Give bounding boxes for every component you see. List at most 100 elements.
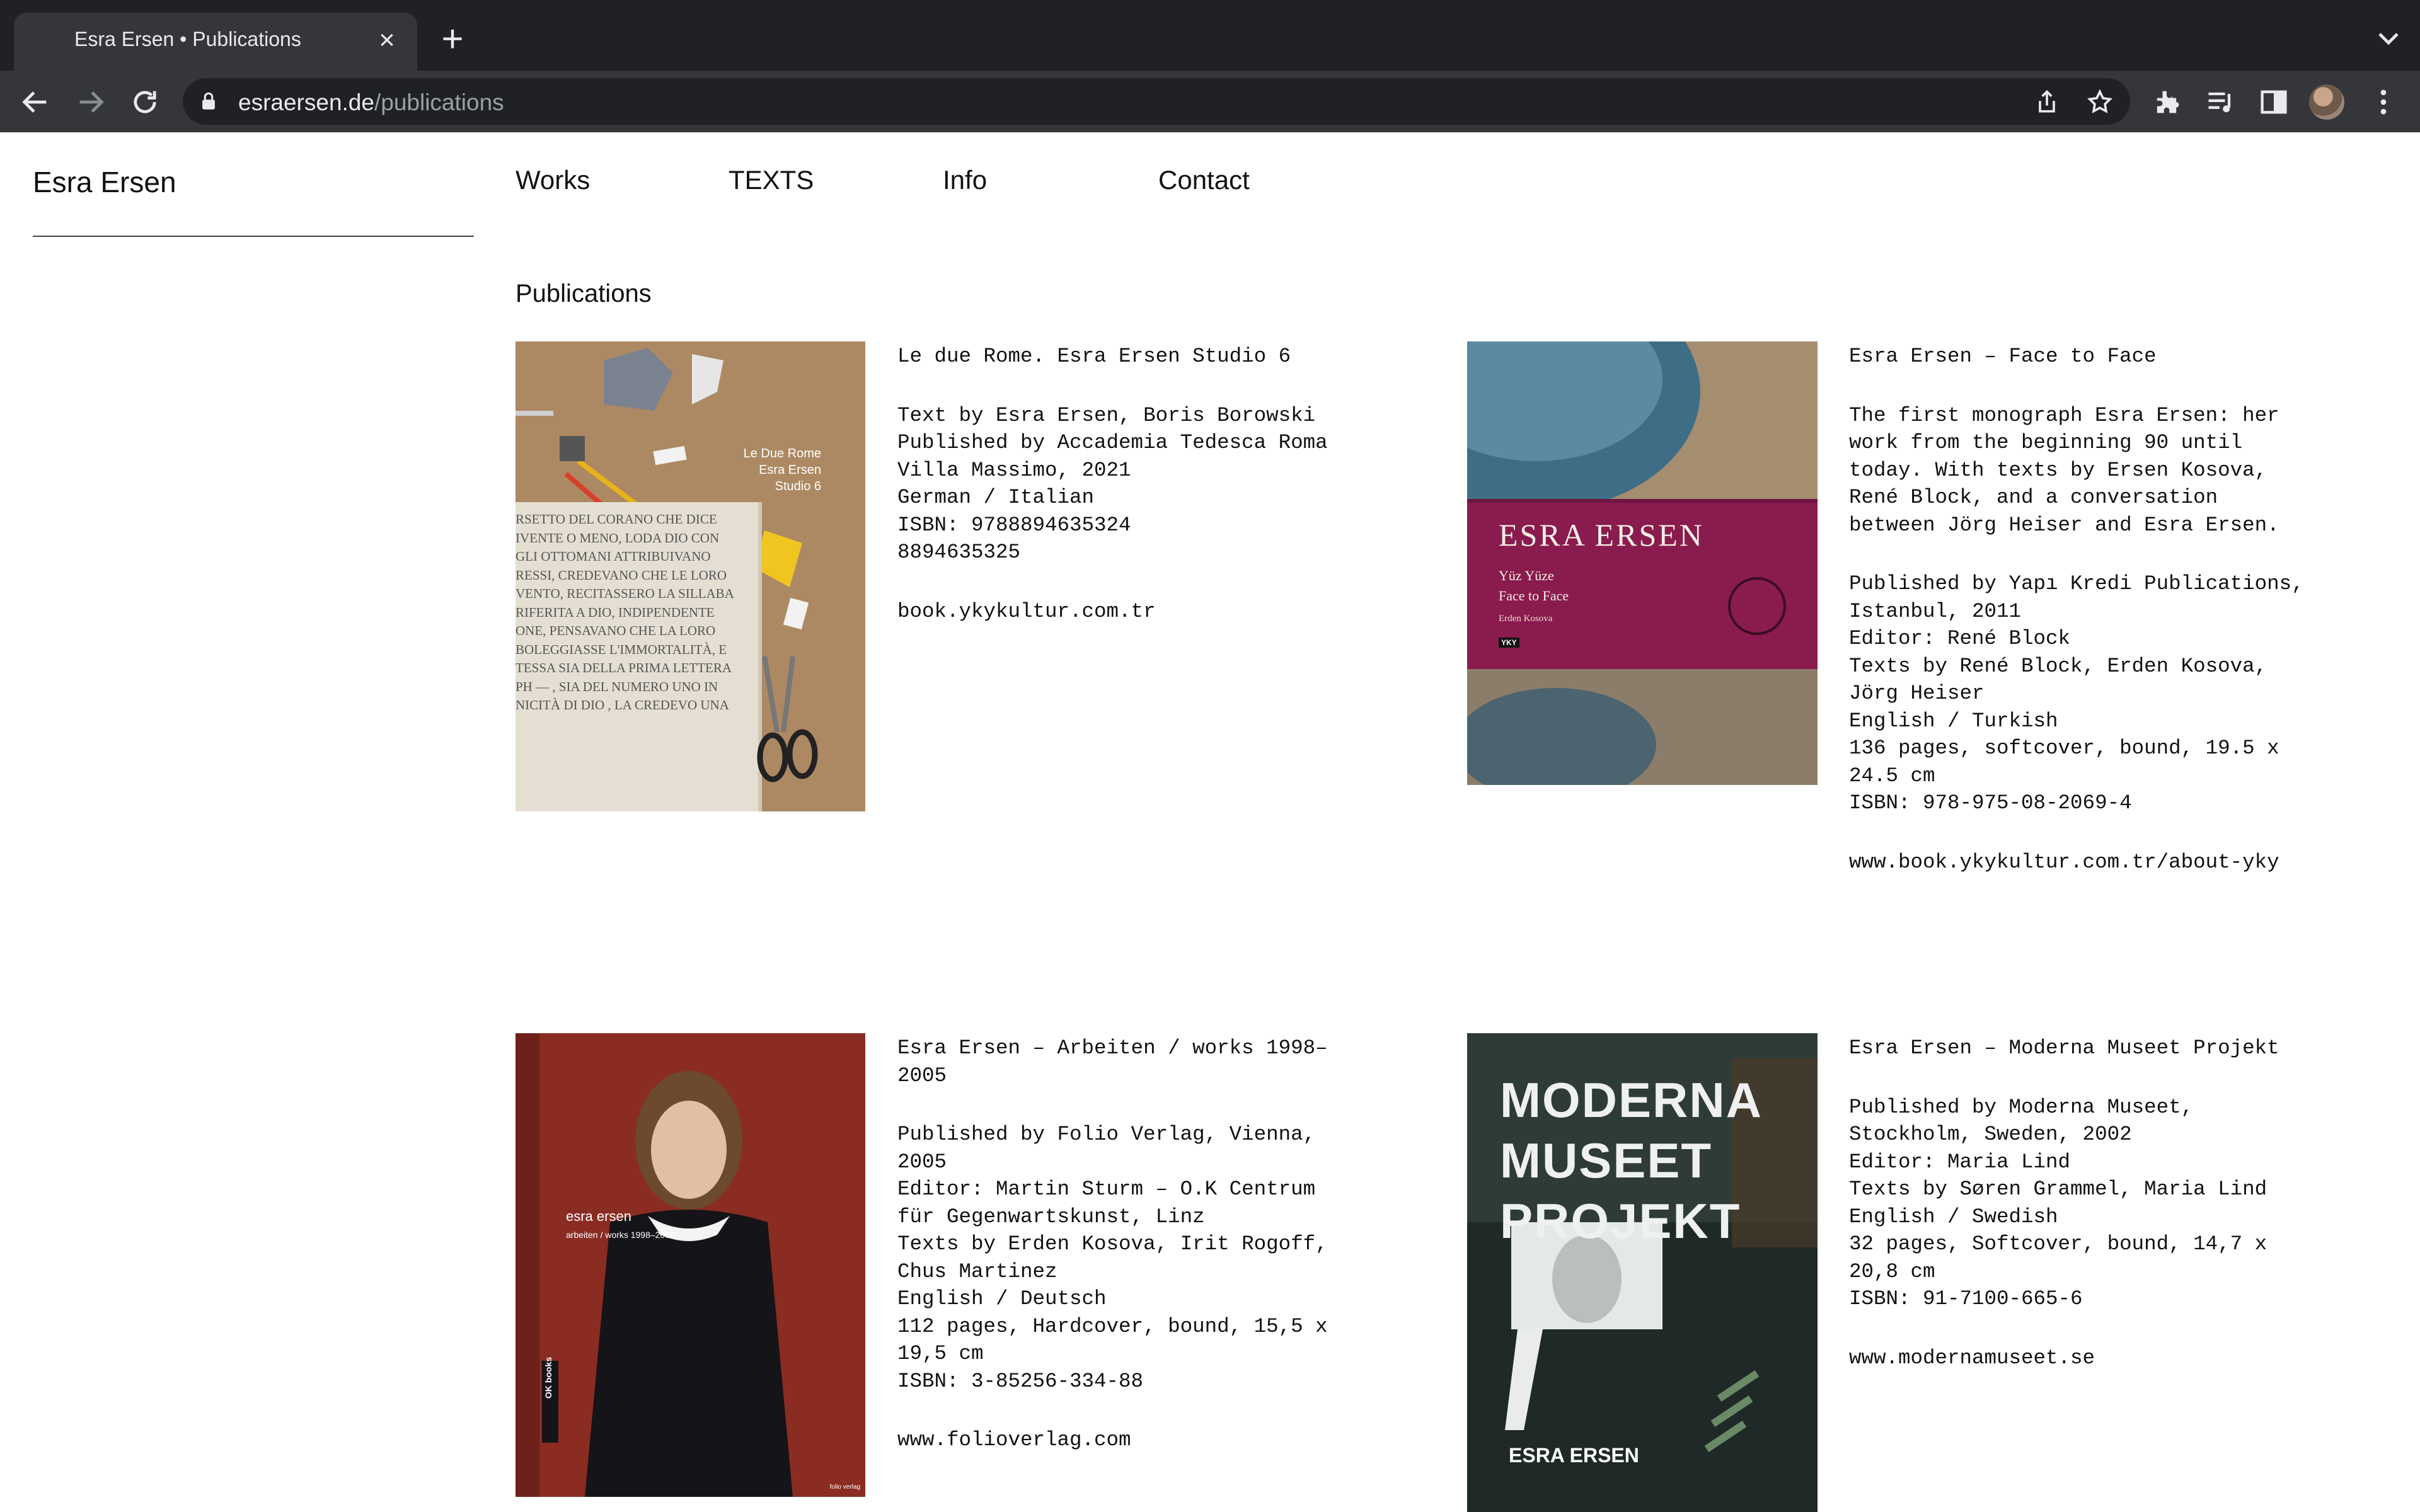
cover-text-line: Yüz Yüze [1499, 568, 1554, 583]
plaque-line: RIFERITA A DIO, INDIPENDENTE [516, 604, 715, 620]
cover-text-line: Face to Face [1499, 588, 1569, 604]
detail-line: für Gegenwartskunst, Linz [897, 1205, 1205, 1228]
url-path: /publications [374, 89, 504, 115]
cover-title: MODERNA MUSEET PROJEKT [1500, 1070, 1763, 1251]
cover-le-due-rome[interactable]: Le Due Rome Esra Ersen Studio 6 RSETTO D… [516, 341, 865, 811]
intro-line: René Block, and a conversation [1849, 486, 2218, 509]
plaque-line: RESSI, CREDEVANO CHE LE LORO [516, 567, 727, 583]
lock-icon[interactable] [198, 91, 219, 112]
detail-line: Texts by René Block, Erden Kosova, [1849, 654, 2267, 678]
detail-line: 8894635325 [897, 541, 1021, 564]
plaque-line: IVENTE O MENO, LODA DIO CON [516, 530, 720, 546]
detail-line: Texts by Søren Grammel, Maria Lind [1849, 1177, 2267, 1201]
cover-author: Erden Kosova [1499, 614, 1553, 624]
bookmark-star-icon[interactable] [2086, 88, 2114, 116]
publication-entry: Esra Ersen – Moderna Museet Projekt Publ… [1849, 1034, 2328, 1372]
tab-close-icon[interactable]: × [368, 21, 406, 59]
detail-line: Editor: Martin Sturm – O.K Centrum [897, 1177, 1316, 1201]
address-bar[interactable]: esraersen.de/publications [183, 78, 2130, 125]
cover-publisher: folio verlag [829, 1484, 860, 1491]
publication-entry: Esra Ersen – Face to Face The first mono… [1849, 343, 2328, 876]
cover-title: esra ersen [566, 1208, 631, 1224]
nav-works[interactable]: Works [516, 165, 590, 195]
detail-line: English / Turkish [1849, 709, 2058, 733]
cover-subtitle: arbeiten / works 1998–2005 [566, 1230, 675, 1240]
detail-line: Stockholm, Sweden, 2002 [1849, 1123, 2132, 1146]
detail-line: Published by Accademia Tedesca Roma [897, 431, 1328, 454]
detail-line: Published by Folio Verlag, Vienna, [897, 1123, 1316, 1146]
plaque-line: VENTO, RECITASSERO LA SILLABA [516, 586, 734, 601]
detail-line: 2005 [897, 1150, 947, 1174]
cover-arbeiten-works[interactable]: esra ersen arbeiten / works 1998–2005 OK… [516, 1033, 865, 1497]
detail-line: Chus Martinez [897, 1259, 1057, 1283]
cover-face-to-face[interactable]: ESRA ERSEN Yüz Yüze Face to Face Erden K… [1467, 341, 1818, 785]
plaque-line: GLI OTTOMANI ATTRIBUIVANO [516, 549, 711, 564]
publication-title: Esra Ersen – Moderna Museet Projekt [1849, 1036, 2279, 1060]
plaque-line: TESSA SIA DELLA PRIMA LETTERA [516, 660, 732, 675]
back-arrow-icon[interactable] [19, 86, 52, 118]
publication-title: Esra Ersen – Arbeiten / works 1998– 2005 [897, 1036, 1328, 1087]
cover-plaque-text: RSETTO DEL CORANO CHE DICE IVENTE O MENO… [516, 510, 758, 715]
nav-texts[interactable]: TEXTS [729, 165, 814, 195]
cover-text-line: Studio 6 [775, 479, 821, 493]
publication-entry: Le due Rome. Esra Ersen Studio 6 Text by… [897, 343, 1376, 625]
page-content: Esra Ersen Works TEXTS Info Contact Publ… [0, 132, 2420, 1512]
section-title: Publications [516, 280, 652, 307]
intro-line: work from the beginning 90 until [1849, 431, 2243, 454]
detail-line: Editor: Maria Lind [1849, 1150, 2071, 1174]
site-title-link[interactable]: Esra Ersen [33, 165, 176, 199]
cover-moderna-museet[interactable]: MODERNA MUSEET PROJEKT ESRA ERSEN [1467, 1033, 1818, 1512]
url-host: esraersen.de [238, 89, 374, 115]
cover-author: ESRA ERSEN [1509, 1444, 1639, 1467]
share-icon[interactable] [2033, 88, 2061, 116]
detail-line: English / Deutsch [897, 1287, 1107, 1310]
nav-info[interactable]: Info [943, 165, 987, 195]
forward-arrow-icon[interactable] [74, 86, 107, 118]
publication-title: Esra Ersen – Face to Face [1849, 345, 2157, 368]
kebab-menu-icon[interactable] [2367, 86, 2400, 118]
extensions-puzzle-icon[interactable] [2150, 86, 2183, 118]
cover-text-line: Esra Ersen [759, 463, 821, 477]
browser-tab-active[interactable]: Esra Ersen • Publications × [14, 13, 417, 71]
publication-link[interactable]: book.ykykultur.com.tr [897, 598, 1376, 626]
url-text[interactable]: esraersen.de/publications [238, 89, 504, 116]
cover-text-line: MUSEET [1500, 1133, 1713, 1188]
detail-line: ISBN: 91-7100-665-6 [1849, 1287, 2083, 1310]
profile-avatar[interactable] [2309, 84, 2344, 120]
detail-line: German / Italian [897, 486, 1095, 509]
cover-publisher-logo: YKY [1499, 638, 1519, 648]
tab-search-chevron-icon[interactable] [2373, 24, 2404, 54]
nav-contact[interactable]: Contact [1158, 165, 1250, 195]
cover-text-line: Le Due Rome [743, 447, 821, 461]
publication-link[interactable]: www.folioverlag.com [897, 1426, 1376, 1454]
plaque-line: ONE, PENSAVANO CHE LA LORO [516, 623, 716, 638]
detail-line: ISBN: 3-85256-334-88 [897, 1369, 1144, 1393]
reload-icon[interactable] [129, 86, 161, 118]
intro-line: between Jörg Heiser and Esra Ersen. [1849, 513, 2279, 537]
detail-line: ISBN: 9788894635324 [897, 513, 1131, 537]
cover-subtitle: Yüz Yüze Face to Face [1499, 566, 1569, 606]
publication-link[interactable]: www.modernamuseet.se [1849, 1344, 2328, 1372]
title-divider [33, 236, 474, 237]
plaque-line: RSETTO DEL CORANO CHE DICE [516, 512, 717, 527]
detail-line: Text by Esra Ersen, Boris Borowski [897, 403, 1316, 427]
detail-line: ISBN: 978-975-08-2069-4 [1849, 791, 2132, 815]
new-tab-icon[interactable]: + [432, 20, 473, 60]
detail-line: 24.5 cm [1849, 764, 1935, 788]
detail-line: Published by Yapı Kredi Publications, [1849, 572, 2304, 595]
detail-line: 20,8 cm [1849, 1259, 1935, 1283]
tab-title: Esra Ersen • Publications [74, 28, 301, 50]
media-queue-icon[interactable] [2204, 86, 2237, 118]
cover-text-line: PROJEKT [1500, 1193, 1741, 1249]
detail-line: 136 pages, softcover, bound, 19.5 x [1849, 736, 2279, 760]
detail-line: 32 pages, Softcover, bound, 14,7 x [1849, 1232, 2267, 1256]
publication-entry: Esra Ersen – Arbeiten / works 1998– 2005… [897, 1034, 1376, 1454]
side-panel-icon[interactable] [2257, 86, 2290, 118]
detail-line: Istanbul, 2011 [1849, 599, 2022, 623]
intro-line: today. With texts by Ersen Kosova, [1849, 458, 2267, 482]
publication-title: Le due Rome. Esra Ersen Studio 6 [897, 345, 1291, 368]
publication-link[interactable]: www.book.ykykultur.com.tr/about-yky [1849, 849, 2328, 876]
cover-title: ESRA ERSEN [1499, 517, 1704, 553]
detail-line: Texts by Erden Kosova, Irit Rogoff, [897, 1232, 1328, 1256]
detail-line: 112 pages, Hardcover, bound, 15,5 x [897, 1314, 1328, 1338]
